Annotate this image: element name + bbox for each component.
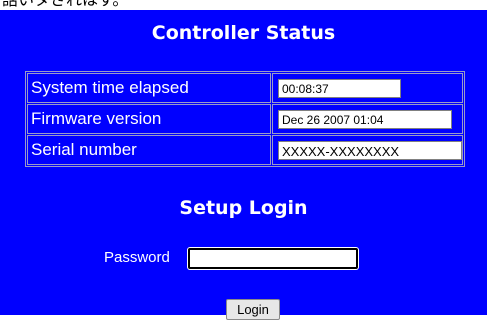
firmware-version-label: Firmware version xyxy=(27,104,271,134)
password-field[interactable] xyxy=(188,248,358,269)
firmware-version-value: Dec 26 2007 01:04 xyxy=(278,110,452,129)
table-row: Serial number XXXXX-XXXXXXXX xyxy=(27,135,463,165)
serial-number-value: XXXXX-XXXXXXXX xyxy=(278,140,462,160)
setup-login-title: Setup Login xyxy=(179,197,308,219)
system-time-cell: 00:08:37 xyxy=(272,73,463,103)
table-row: Firmware version Dec 26 2007 01:04 xyxy=(27,104,463,134)
system-time-label: System time elapsed xyxy=(27,73,271,103)
table-row: System time elapsed 00:08:37 xyxy=(27,73,463,103)
firmware-version-cell: Dec 26 2007 01:04 xyxy=(272,104,463,134)
header-fragment: 話いタされはす。 xyxy=(2,0,128,9)
serial-number-cell: XXXXX-XXXXXXXX xyxy=(272,135,463,165)
controller-panel: Controller Status System time elapsed 00… xyxy=(0,10,487,320)
status-table: System time elapsed 00:08:37 Firmware ve… xyxy=(25,71,465,167)
page-title: Controller Status xyxy=(151,22,336,44)
system-time-value: 00:08:37 xyxy=(278,79,401,98)
login-button[interactable]: Login xyxy=(226,299,280,320)
top-clipped-text: 話いタされはす。 xyxy=(0,0,487,10)
password-label: Password xyxy=(104,249,170,266)
serial-number-label: Serial number xyxy=(27,135,271,165)
